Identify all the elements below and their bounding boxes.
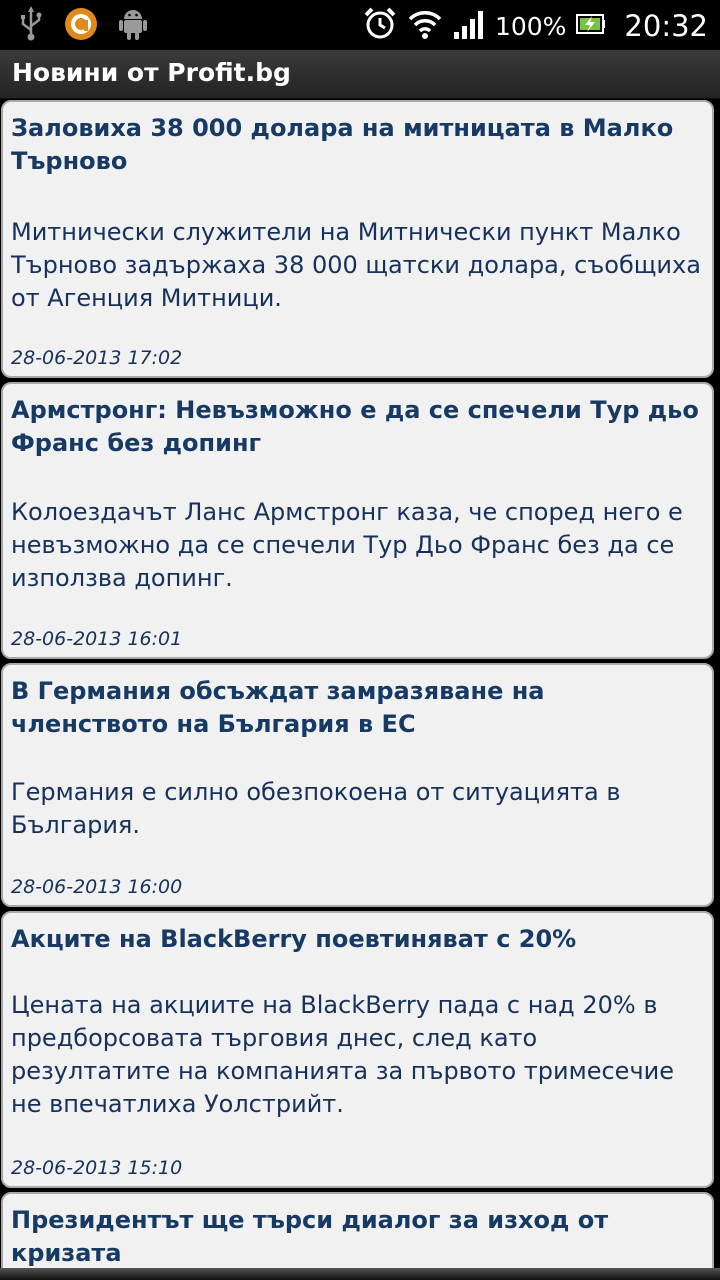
news-item[interactable]: Армстронг: Невъзможно е да се спечели Ту… xyxy=(1,382,714,659)
list-bottom-edge xyxy=(0,1268,720,1280)
news-title: Заловиха 38 000 долара на митницата в Ма… xyxy=(11,114,674,175)
status-bar: 100% 20:32 xyxy=(0,0,720,50)
wifi-icon xyxy=(407,8,443,44)
news-summary: Колоездачът Ланс Армстронг каза, че спор… xyxy=(11,498,683,592)
battery-percent: 100% xyxy=(494,11,567,41)
clock: 20:32 xyxy=(624,9,708,43)
app-title: Новини от Profit.bg xyxy=(12,58,291,87)
android-icon xyxy=(118,7,148,45)
news-item[interactable]: Заловиха 38 000 долара на митницата в Ма… xyxy=(1,100,714,378)
news-summary: Митнически служители на Митнически пункт… xyxy=(11,218,701,312)
news-date: 28-06-2013 17:02 xyxy=(11,347,183,369)
news-summary: Цената на акциите на BlackBerry пада с н… xyxy=(11,991,674,1118)
news-item[interactable]: В Германия обсъждат замразяване на членс… xyxy=(1,663,714,907)
news-list[interactable]: Заловиха 38 000 долара на митницата в Ма… xyxy=(0,98,720,1280)
news-title: Армстронг: Невъзможно е да се спечели Ту… xyxy=(11,396,699,457)
signal-icon xyxy=(453,8,485,44)
news-date: 28-06-2013 15:10 xyxy=(11,1157,183,1179)
news-title: Акците на BlackBerry поевтиняват с 20% xyxy=(11,925,577,953)
usb-icon xyxy=(18,6,44,46)
news-date: 28-06-2013 16:00 xyxy=(11,876,183,898)
news-item[interactable]: Президентът ще търси диалог за изход от … xyxy=(1,1192,714,1280)
news-title: Президентът ще търси диалог за изход от … xyxy=(11,1206,609,1267)
battery-charging-icon xyxy=(576,13,606,39)
news-date: 28-06-2013 16:01 xyxy=(11,628,183,650)
news-summary: Германия е силно обезпокоена от ситуация… xyxy=(11,778,621,839)
alarm-icon xyxy=(363,6,397,46)
app-notification-icon xyxy=(64,7,98,45)
app-title-bar: Новини от Profit.bg xyxy=(0,50,720,99)
news-item[interactable]: Акците на BlackBerry поевтиняват с 20% Ц… xyxy=(1,911,714,1188)
news-title: В Германия обсъждат замразяване на членс… xyxy=(11,677,545,738)
